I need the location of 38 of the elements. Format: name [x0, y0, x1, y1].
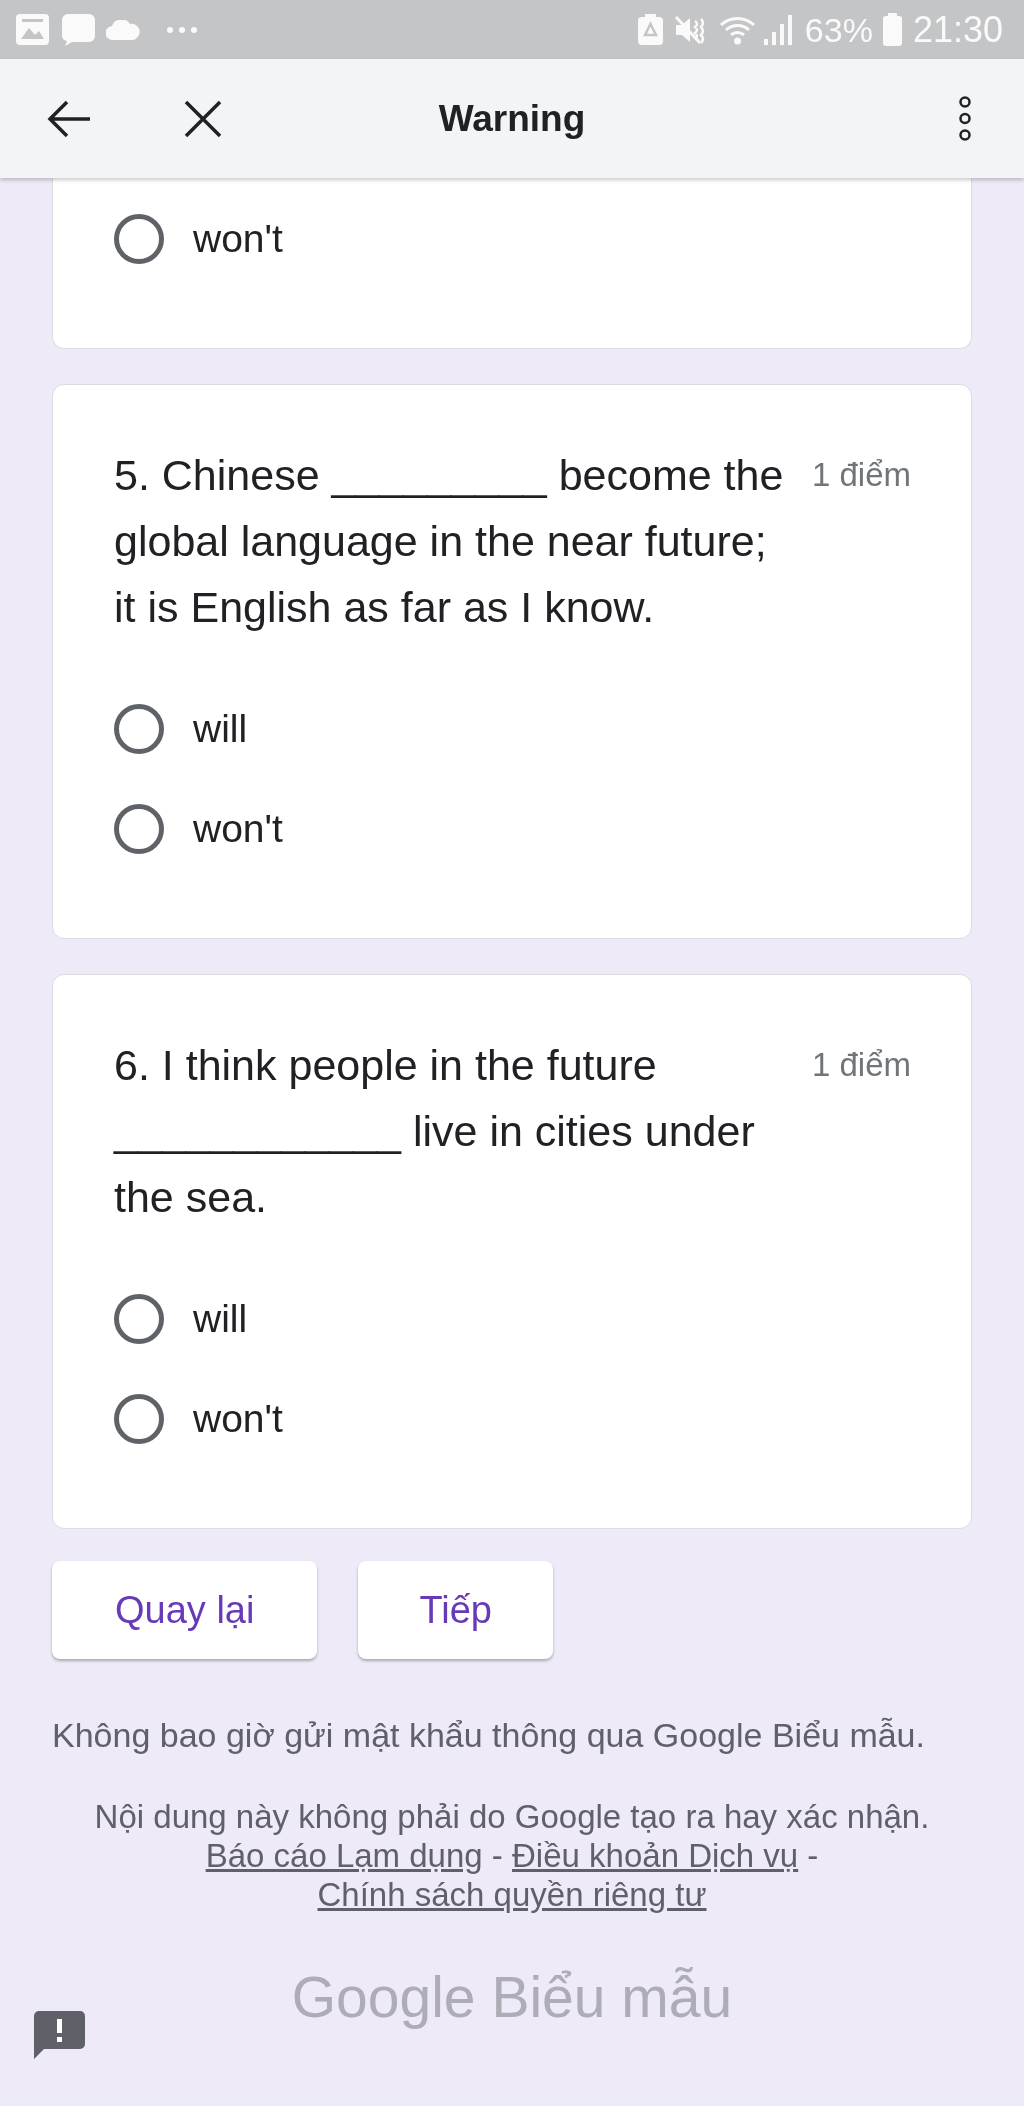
nav-button[interactable]: Quay lại	[52, 1561, 318, 1659]
more-icon	[167, 26, 197, 33]
link-separator: -	[807, 1837, 819, 1874]
gallery-icon	[16, 14, 49, 45]
disclaimer-text: Nội dung này không phải do Google tạo ra hay xác nhận.	[93, 1797, 931, 1836]
link-separator: -	[491, 1837, 503, 1874]
option-label[interactable]: won't	[193, 215, 283, 263]
option-label[interactable]: will	[193, 1295, 248, 1343]
question-text: 6. I think people in the future ____________ live in cities under the sea.	[114, 1040, 756, 1223]
points-label: 1 điểm	[811, 1045, 911, 1085]
mute-icon	[673, 14, 706, 45]
signal-icon	[763, 14, 792, 45]
password-warning-text: Không bao giờ gửi mật khẩu thông qua Google Biểu mẫu.	[52, 1715, 926, 1755]
chat-bubble-icon	[62, 13, 95, 46]
feedback-icon[interactable]	[34, 2011, 85, 2059]
close-icon[interactable]	[184, 99, 222, 138]
footer-link[interactable]: Điều khoản Dịch vụ	[512, 1837, 799, 1874]
question-text: 5. Chinese _________ become the global language in the near future; it is English as far as I know.	[114, 450, 785, 633]
radio-button[interactable]	[114, 1294, 164, 1344]
option-label[interactable]: won't	[193, 1395, 283, 1443]
page-title: Warning	[437, 96, 587, 141]
forms-logo: Google Biểu mẫu	[290, 1964, 734, 2030]
radio-button[interactable]	[114, 1394, 164, 1444]
footer-link[interactable]: Báo cáo Lạm dụng	[205, 1837, 483, 1874]
radio-button[interactable]	[114, 704, 164, 754]
menu-icon[interactable]	[959, 96, 971, 141]
radio-button[interactable]	[114, 804, 164, 854]
option-label[interactable]: will	[193, 705, 248, 753]
battery-saver-icon	[637, 14, 663, 45]
option-label[interactable]: won't	[193, 805, 283, 853]
back-arrow-icon[interactable]	[47, 99, 91, 138]
radio-button[interactable]	[114, 214, 164, 264]
footer-link[interactable]: Chính sách quyền riêng tư	[317, 1876, 707, 1913]
points-label: 1 điểm	[811, 455, 911, 495]
wifi-icon	[718, 14, 756, 45]
nav-button[interactable]: Tiếp	[358, 1561, 553, 1659]
battery-icon	[882, 13, 902, 46]
cloud-icon	[106, 19, 140, 40]
